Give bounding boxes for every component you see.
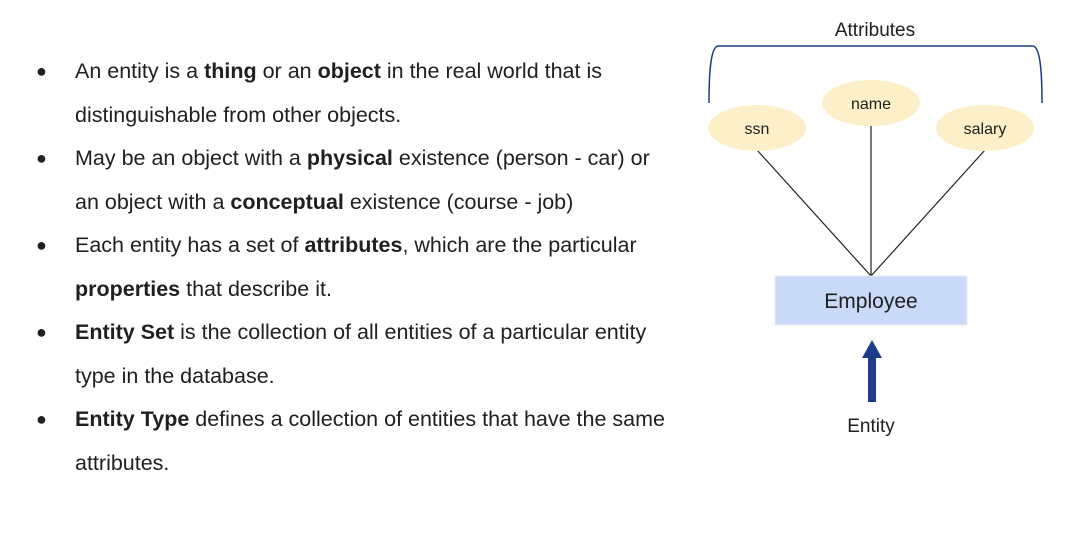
attribute-name-label: name <box>851 96 891 113</box>
attribute-salary-label: salary <box>964 121 1007 138</box>
entity-label: Entity <box>847 416 895 437</box>
attributes-label: Attributes <box>835 20 915 41</box>
attribute-ssn-label: ssn <box>745 121 770 138</box>
er-diagram: Attributes ssn name salary Employee Enti… <box>708 20 1043 437</box>
connector-salary <box>870 149 986 277</box>
entity-arrow <box>862 340 882 402</box>
entity-name: Employee <box>824 290 917 313</box>
connector-ssn <box>756 149 872 277</box>
